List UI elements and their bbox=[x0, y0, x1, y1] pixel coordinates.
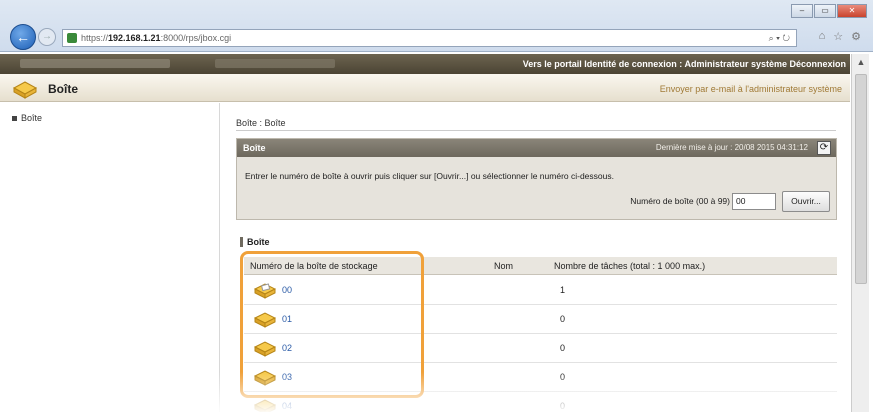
box-icon bbox=[253, 281, 277, 301]
refresh-icon[interactable]: ⟳ bbox=[817, 141, 831, 155]
table-row: 03 0 bbox=[244, 363, 837, 392]
home-icon[interactable]: ⌂ bbox=[819, 30, 826, 43]
job-count: 0 bbox=[560, 372, 566, 382]
device-name-blurred bbox=[20, 59, 170, 68]
box-icon bbox=[253, 368, 277, 388]
sidebar-item-label: Boîte bbox=[21, 113, 43, 123]
panel-title: Boîte bbox=[243, 143, 266, 153]
page-title-bar: Boîte Envoyer par e-mail à l'administrat… bbox=[0, 74, 850, 102]
divider bbox=[236, 130, 836, 131]
col-box-number: Numéro de la boîte de stockage bbox=[250, 261, 378, 271]
page-title: Boîte bbox=[48, 82, 78, 96]
address-bar[interactable]: https://192.168.1.21:8000/rps/jbox.cgi ⌕… bbox=[62, 29, 797, 47]
url-host: 192.168.1.21 bbox=[108, 33, 161, 43]
box-icon bbox=[253, 310, 277, 330]
table-row: 01 0 bbox=[244, 305, 837, 334]
breadcrumb: Boîte : Boîte bbox=[236, 118, 286, 128]
box-number-link[interactable]: 03 bbox=[282, 372, 292, 382]
job-count: 0 bbox=[560, 343, 566, 353]
maximize-button[interactable]: ▭ bbox=[814, 4, 836, 18]
job-count: 1 bbox=[560, 285, 566, 295]
address-tools-icon[interactable]: ⌕ ▾ ↻ bbox=[769, 30, 790, 46]
settings-gear-icon[interactable]: ⚙ bbox=[851, 30, 861, 43]
sidebar: Boîte bbox=[0, 103, 220, 412]
box-panel: Boîte Dernière mise à jour : 20/08 2015 … bbox=[236, 138, 837, 220]
minimize-button[interactable]: – bbox=[791, 4, 813, 18]
job-count: 0 bbox=[560, 401, 566, 411]
browser-chrome: – ▭ ✕ ← → https://192.168.1.21:8000/rps/… bbox=[0, 0, 873, 52]
box-number-link[interactable]: 02 bbox=[282, 343, 292, 353]
device-model-blurred bbox=[215, 59, 335, 68]
panel-header: Boîte Dernière mise à jour : 20/08 2015 … bbox=[237, 139, 836, 157]
sidebar-item-box[interactable]: Boîte bbox=[12, 113, 42, 123]
scroll-thumb[interactable] bbox=[855, 74, 867, 284]
url-path: :8000/rps/jbox.cgi bbox=[160, 33, 232, 43]
box-number-link[interactable]: 04 bbox=[282, 401, 292, 411]
scroll-up-icon[interactable]: ▲ bbox=[852, 54, 870, 70]
close-button[interactable]: ✕ bbox=[837, 4, 867, 18]
site-favicon-icon bbox=[67, 33, 77, 43]
box-number-input[interactable]: 00 bbox=[732, 193, 776, 210]
box-number-link[interactable]: 00 bbox=[282, 285, 292, 295]
vertical-scrollbar[interactable]: ▲ bbox=[851, 54, 869, 412]
instruction-text: Entrer le numéro de boîte à ouvrir puis … bbox=[245, 171, 614, 181]
col-name: Nom bbox=[494, 261, 514, 271]
header-links[interactable]: Vers le portail Identité de connexion : … bbox=[523, 59, 846, 69]
forward-button[interactable]: → bbox=[38, 28, 56, 46]
table-header: Numéro de la boîte de stockage Nom Nombr… bbox=[244, 257, 837, 275]
top-status-bar: Vers le portail Identité de connexion : … bbox=[0, 54, 850, 74]
table-row: 04 0 bbox=[244, 392, 837, 412]
job-count: 0 bbox=[560, 314, 566, 324]
back-button[interactable]: ← bbox=[10, 24, 36, 50]
bullet-icon bbox=[12, 116, 17, 122]
last-updated: Dernière mise à jour : 20/08 2015 04:31:… bbox=[655, 143, 808, 152]
box-icon bbox=[253, 339, 277, 359]
window-controls: – ▭ ✕ bbox=[791, 4, 867, 18]
table-row: 00 1 bbox=[244, 276, 837, 305]
section-title: Boîte bbox=[240, 237, 270, 247]
favorites-star-icon[interactable]: ☆ bbox=[833, 30, 843, 43]
toolbar-icons: ⌂ ☆ ⚙ bbox=[819, 30, 861, 43]
col-job-count: Nombre de tâches (total : 1 000 max.) bbox=[554, 261, 706, 271]
open-button[interactable]: Ouvrir... bbox=[782, 191, 830, 212]
box-icon bbox=[12, 79, 38, 102]
email-admin-link[interactable]: Envoyer par e-mail à l'administrateur sy… bbox=[660, 84, 842, 94]
box-number-link[interactable]: 01 bbox=[282, 314, 292, 324]
box-number-label: Numéro de boîte (00 à 99) bbox=[630, 196, 730, 206]
box-icon bbox=[253, 397, 277, 412]
url-prefix: https:// bbox=[81, 33, 109, 43]
table-row: 02 0 bbox=[244, 334, 837, 363]
